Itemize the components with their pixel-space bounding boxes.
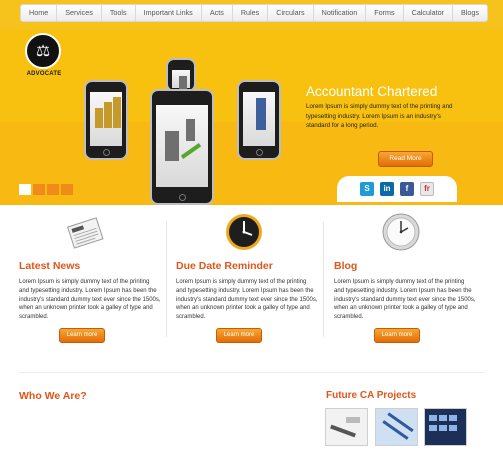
learn-more-button[interactable]: Learn more — [216, 328, 262, 343]
facebook-icon[interactable]: f — [400, 182, 414, 196]
coin-stack-image — [113, 97, 121, 128]
seated-person-image — [165, 131, 179, 161]
nav-item-notification[interactable]: Notification — [314, 5, 367, 21]
phone-home-button — [255, 149, 263, 156]
column-text: Lorem Ipsum is simply dummy text of the … — [176, 279, 318, 321]
project-thumbnail-2[interactable] — [375, 408, 418, 446]
column-divider — [323, 222, 324, 337]
skype-icon[interactable]: S — [360, 182, 374, 196]
phone-screen — [172, 70, 190, 90]
businessman-image — [256, 98, 266, 130]
checkmark-image — [180, 143, 202, 159]
slider-dot-4[interactable] — [61, 184, 73, 195]
nav-item-tools[interactable]: Tools — [102, 5, 136, 21]
phone-screen — [156, 105, 208, 187]
newspaper-icon — [65, 212, 105, 252]
nav-menu: Home Services Tools Important Links Acts… — [20, 4, 488, 22]
wall-clock-icon — [381, 212, 421, 252]
read-more-button[interactable]: Read More — [378, 151, 433, 167]
coin-stack-image — [95, 108, 103, 128]
phone-center — [150, 89, 214, 205]
nav-item-important-links[interactable]: Important Links — [136, 5, 202, 21]
phone-screen — [90, 92, 122, 146]
column-text: Lorem Ipsum is simply dummy text of the … — [19, 279, 161, 321]
slider-dot-3[interactable] — [47, 184, 59, 195]
column-title: Due Date Reminder — [176, 260, 273, 272]
column-text: Lorem Ipsum is simply dummy text of the … — [334, 279, 476, 321]
nav-item-rules[interactable]: Rules — [233, 5, 269, 21]
hero-banner: ⚖ ADVOCATE Accountant Chartered Lorem Ip… — [0, 30, 503, 205]
advocate-emblem-icon: ⚖ — [35, 41, 51, 60]
who-we-are-heading: Who We Are? — [19, 390, 87, 402]
phone-right — [237, 80, 281, 160]
social-links: S in f fr — [337, 176, 457, 202]
slider-pagination — [19, 184, 73, 195]
phone-left — [84, 80, 128, 160]
friendfeed-icon[interactable]: fr — [420, 182, 434, 196]
coin-stack-image — [104, 102, 112, 128]
learn-more-button[interactable]: Learn more — [374, 328, 420, 343]
hero-text: Lorem Ipsum is simply dummy text of the … — [306, 103, 453, 129]
advocate-logo[interactable]: ⚖ — [25, 33, 61, 69]
project-thumbnail-1[interactable] — [325, 408, 368, 446]
nav-item-calculator[interactable]: Calculator — [404, 5, 454, 21]
nav-item-services[interactable]: Services — [57, 5, 102, 21]
linkedin-icon[interactable]: in — [380, 182, 394, 196]
future-projects-heading: Future CA Projects — [326, 390, 417, 401]
nav-item-blogs[interactable]: Blogs — [453, 5, 487, 21]
project-thumbnail-3[interactable] — [424, 408, 467, 446]
top-navigation: Home Services Tools Important Links Acts… — [0, 0, 503, 30]
slider-dot-2[interactable] — [33, 184, 45, 195]
learn-more-button[interactable]: Learn more — [59, 328, 105, 343]
column-title: Latest News — [19, 260, 81, 272]
phone-home-button — [178, 194, 186, 201]
hero-title: Accountant Chartered — [306, 84, 438, 99]
slider-dot-1[interactable] — [19, 184, 31, 195]
nav-item-forms[interactable]: Forms — [366, 5, 404, 21]
phone-home-button — [102, 149, 110, 156]
column-title: Blog — [334, 260, 358, 272]
nav-item-acts[interactable]: Acts — [202, 5, 233, 21]
person-image — [186, 119, 195, 141]
column-divider — [166, 222, 167, 337]
section-divider — [18, 372, 485, 373]
phone-screen — [243, 92, 275, 146]
clock-icon — [224, 212, 264, 252]
nav-item-circulars[interactable]: Circulars — [268, 5, 314, 21]
nav-item-home[interactable]: Home — [21, 5, 58, 21]
person-image — [179, 76, 187, 90]
logo-text: ADVOCATE — [26, 71, 62, 77]
phone-top — [166, 58, 196, 92]
